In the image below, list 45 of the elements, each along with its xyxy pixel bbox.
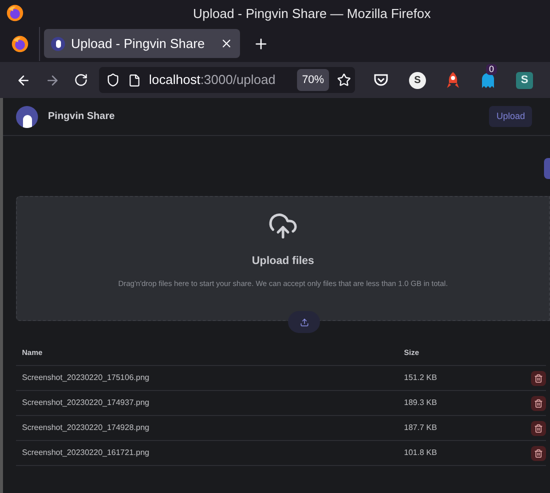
delete-button[interactable] (531, 396, 546, 410)
new-tab-icon[interactable] (253, 36, 269, 52)
shield-icon[interactable] (106, 73, 120, 87)
upload-button[interactable] (288, 311, 320, 333)
forward-icon[interactable] (45, 72, 60, 88)
browser-tab[interactable]: Upload - Pingvin Share (44, 29, 240, 58)
extension-icon[interactable]: S (409, 72, 426, 88)
table-cell-text: Screenshot_20230220_174937.png (21, 397, 150, 409)
trash-icon (534, 448, 543, 458)
upload-icon (300, 318, 308, 326)
page-icon[interactable] (128, 74, 141, 86)
trash-icon (534, 374, 543, 382)
trash-icon (534, 398, 543, 408)
notification-badge: 0 (486, 64, 498, 75)
extension-icon[interactable]: S (516, 72, 533, 88)
dropzone-title: Upload files (252, 254, 314, 269)
table-cell: 151.2 KB (404, 372, 437, 384)
ghost-icon[interactable] (480, 71, 496, 89)
firefox-icon (6, 4, 24, 22)
rocket-icon[interactable] (446, 71, 460, 89)
trash-icon (534, 424, 543, 432)
table-cell-text: Screenshot_20230220_175106.png (21, 372, 150, 384)
delete-button[interactable] (531, 420, 546, 436)
window-title: Upload - Pingvin Share — Mozilla Firefox (193, 5, 431, 23)
close-icon[interactable] (220, 37, 233, 50)
table-cell: 101.8 KB (404, 447, 437, 459)
firefox-view-icon (10, 34, 28, 52)
delete-button[interactable] (531, 446, 546, 460)
reload-icon[interactable] (74, 73, 88, 87)
delete-button[interactable] (531, 370, 546, 386)
logo-icon (16, 106, 38, 128)
zoom-level-button[interactable]: 70% (296, 68, 329, 92)
address-bar[interactable]: localhost:3000/upload 70% (99, 67, 355, 93)
table-cell: 187.7 KB (404, 422, 437, 434)
favicon-icon (51, 36, 65, 50)
back-icon[interactable] (16, 72, 31, 88)
share-button[interactable] (544, 158, 550, 179)
cloud-upload-icon (268, 211, 298, 241)
app-name: Pingvin Share (48, 110, 115, 124)
table-cell: 189.3 KB (404, 397, 437, 409)
table-cell-text: Screenshot_20230220_161721.png (21, 447, 150, 459)
pocket-icon[interactable] (373, 72, 389, 88)
table-cell-text: Screenshot_20230220_174928.png (21, 422, 150, 434)
bookmark-star-icon[interactable] (337, 73, 351, 87)
upload-nav-button[interactable]: Upload (489, 106, 532, 128)
